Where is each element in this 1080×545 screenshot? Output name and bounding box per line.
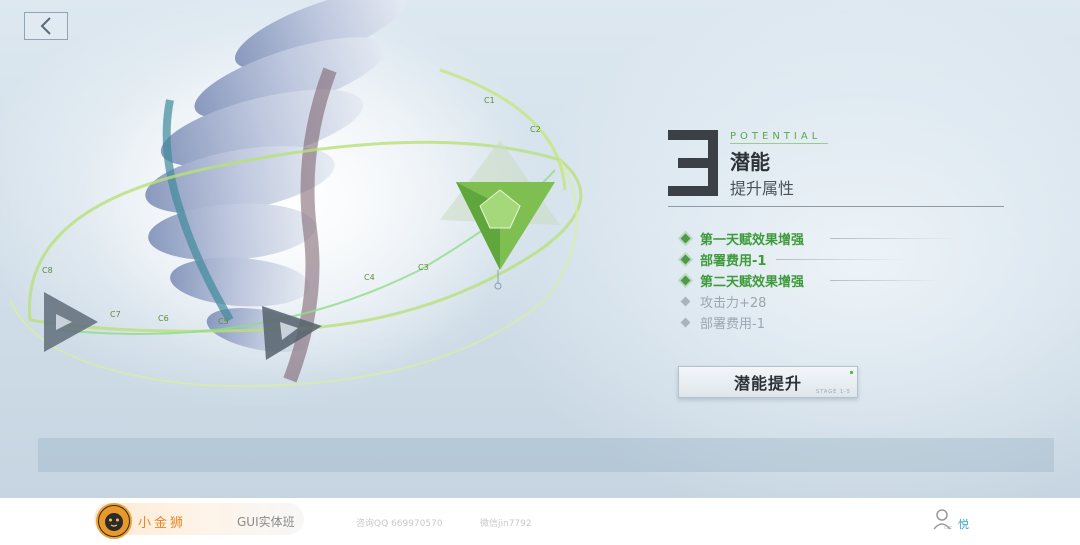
header-divider	[668, 206, 1004, 207]
stage-english-underline	[730, 143, 828, 144]
back-arrow-icon	[40, 17, 51, 35]
back-button[interactable]	[24, 12, 68, 40]
node-label-c6: C6	[158, 314, 169, 323]
upgrade-button-sublabel: STAGE 1-5	[816, 389, 851, 395]
user-sublabel: ccc	[944, 525, 953, 531]
attribute-label: 部署费用-1	[700, 317, 765, 332]
status-dot-icon	[680, 233, 691, 244]
user-profile-button[interactable]: ccc 悦	[932, 508, 976, 534]
attribute-label: 攻击力+28	[700, 296, 767, 311]
attribute-label: 部署费用-1	[700, 254, 767, 269]
attribute-list: 第一天赋效果增强 部署费用-1 第二天赋效果增强 攻击力+28 部署费用-1	[680, 228, 960, 333]
contact-wechat: 微信jin7792	[480, 519, 532, 529]
attribute-trail-line	[776, 259, 906, 260]
attribute-label: 第二天赋效果增强	[700, 275, 805, 290]
node-label-c4: C4	[364, 273, 375, 282]
brand-name: 小金狮	[138, 516, 187, 531]
button-corner-marker	[850, 371, 853, 374]
bottom-band	[38, 438, 1054, 472]
stage-english-label: POTENTIAL	[730, 131, 822, 142]
attribute-trail-line	[830, 280, 940, 281]
potential-upgrade-button[interactable]: 潜能提升 STAGE 1-5	[678, 366, 858, 398]
node-label-c2: C2	[530, 125, 541, 134]
attribute-trail-line	[830, 238, 960, 239]
node-label-c3: C3	[418, 263, 429, 272]
page-title: 潜能	[730, 150, 770, 174]
spine-orbit-illustration	[9, 0, 583, 387]
upgrade-button-label: 潜能提升	[733, 374, 802, 393]
status-dot-icon	[680, 275, 691, 286]
lion-logo-icon	[96, 503, 132, 539]
status-dot-icon	[680, 296, 691, 307]
node-label-c7: C7	[110, 310, 121, 319]
attribute-label: 第一天赋效果增强	[700, 233, 805, 248]
contact-qq: 咨询QQ 669970570	[356, 519, 443, 529]
attribute-item: 攻击力+28	[680, 291, 940, 312]
node-label-c1: C1	[484, 96, 495, 105]
attribute-item: 部署费用-1	[680, 312, 940, 333]
stage-number-graphic	[668, 130, 718, 196]
attribute-item: 部署费用-1	[680, 249, 940, 270]
user-name: 悦	[958, 518, 969, 531]
status-dot-icon	[680, 317, 691, 328]
attribute-item: 第一天赋效果增强	[680, 228, 960, 249]
node-label-c8: C8	[42, 266, 53, 275]
status-dot-icon	[680, 254, 691, 265]
page-subtitle: 提升属性	[730, 179, 795, 198]
potential-screen: C1 C2 C3 C4 C5 C6 C7 C8 3 POTENTIAL 潜能 提…	[0, 0, 1080, 498]
node-label-c5: C5	[218, 317, 229, 326]
attribute-item: 第二天赋效果增强	[680, 270, 940, 291]
course-name: GUI实体班	[237, 515, 295, 529]
